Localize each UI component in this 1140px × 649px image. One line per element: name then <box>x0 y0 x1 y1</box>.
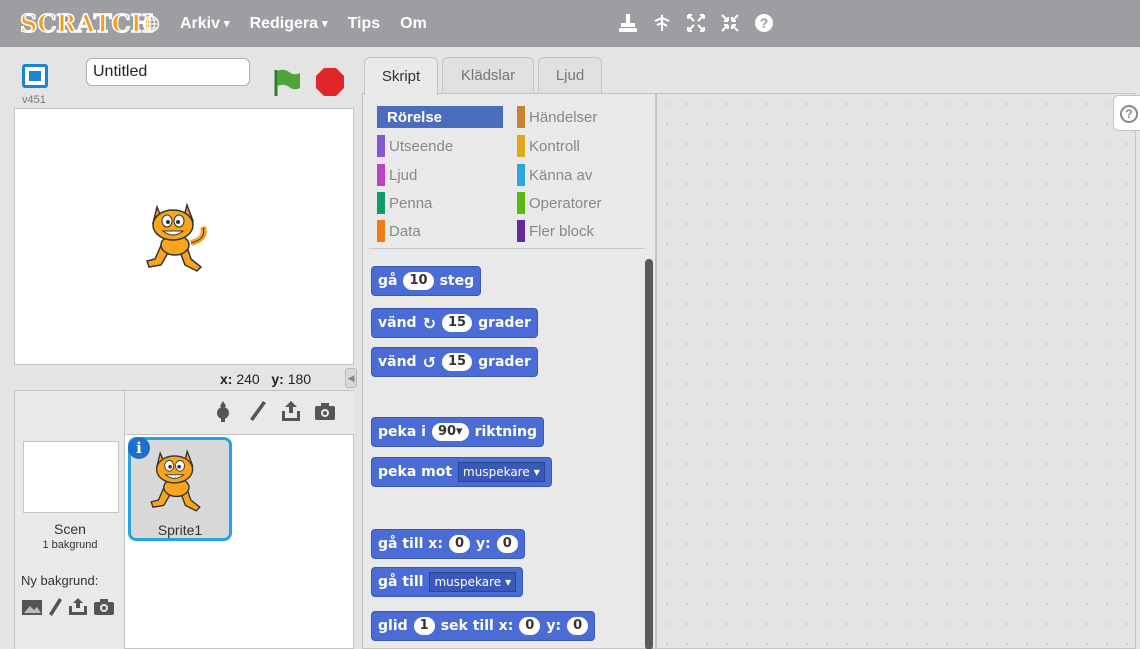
x-input[interactable]: 0 <box>519 617 541 635</box>
category-operatorer[interactable]: Operatorer <box>517 192 643 214</box>
globe-icon[interactable] <box>142 15 160 33</box>
sprite-pane: Scen 1 bakgrund Ny bakgrund: i Sprite1 <box>14 390 355 649</box>
delete-icon[interactable] <box>651 12 673 34</box>
choose-sprite-icon[interactable] <box>211 399 235 423</box>
palette-scrollbar[interactable] <box>645 259 653 649</box>
block-palette: Rörelse Händelser Utseende Kontroll Ljud… <box>362 93 656 649</box>
menu-bar: SCRATCH Arkiv ▾ Redigera ▾ Tips Om ? <box>0 0 1140 47</box>
direction-input[interactable]: 90▾ <box>431 423 469 441</box>
mouse-coordinates: x: 240 y: 180 <box>220 371 312 387</box>
stage-canvas[interactable] <box>14 108 354 365</box>
menu-arkiv[interactable]: Arkiv ▾ <box>180 15 230 33</box>
sprite1-thumbnail[interactable]: i Sprite1 <box>128 437 232 541</box>
help-tab[interactable]: ? <box>1113 95 1140 131</box>
script-area[interactable] <box>656 93 1136 649</box>
sprite1-name: Sprite1 <box>157 522 203 538</box>
category-rorelse[interactable]: Rörelse <box>377 106 503 128</box>
category-utseende[interactable]: Utseende <box>377 135 503 157</box>
category-kanna-av[interactable]: Känna av <box>517 164 643 186</box>
upload-sprite-icon[interactable] <box>279 399 303 423</box>
green-flag-icon[interactable] <box>272 66 302 98</box>
sprite-info-button[interactable]: i <box>128 437 150 459</box>
category-fler-block[interactable]: Fler block <box>517 220 643 242</box>
camera-sprite-icon[interactable] <box>313 399 337 423</box>
grow-icon[interactable] <box>685 12 707 34</box>
stop-icon[interactable] <box>315 67 345 97</box>
project-title-input[interactable] <box>86 58 250 86</box>
chevron-down-icon: ▾ <box>505 575 512 589</box>
tab-kladslar[interactable]: Klädslar <box>442 57 534 93</box>
target-dropdown[interactable]: muspekare ▾ <box>429 572 517 592</box>
degrees-input[interactable]: 15 <box>441 353 473 371</box>
paint-sprite-icon[interactable] <box>245 399 269 423</box>
x-input[interactable]: 0 <box>448 535 470 553</box>
steps-input[interactable]: 10 <box>403 272 434 290</box>
shrink-icon[interactable] <box>719 12 741 34</box>
stage-thumbnail[interactable] <box>23 441 119 513</box>
block-goto-xy[interactable]: gå till x: 0 y: 0 <box>371 529 525 559</box>
palette-divider <box>369 248 645 249</box>
camera-backdrop-icon[interactable] <box>93 597 115 617</box>
rotate-clockwise-icon: ↻ <box>422 313 436 333</box>
scratch-editor: SCRATCH Arkiv ▾ Redigera ▾ Tips Om ? v45… <box>0 0 1140 649</box>
category-ljud[interactable]: Ljud <box>377 164 503 186</box>
cursor-tools: ? <box>617 12 775 34</box>
duplicate-icon[interactable] <box>617 12 639 34</box>
choose-backdrop-icon[interactable] <box>21 597 43 617</box>
y-input[interactable]: 0 <box>567 617 589 635</box>
new-backdrop-label: Ny bakgrund: <box>21 573 99 588</box>
backdrop-count: 1 bakgrund <box>42 539 98 551</box>
block-turn-left[interactable]: vänd ↺ 15 grader <box>371 347 538 377</box>
help-icon[interactable]: ? <box>753 12 775 34</box>
menu-om[interactable]: Om <box>400 15 427 33</box>
category-data[interactable]: Data <box>377 220 503 242</box>
menu-tips[interactable]: Tips <box>348 15 381 33</box>
version-label: v451 <box>22 94 46 106</box>
category-penna[interactable]: Penna <box>377 192 503 214</box>
mouse-x: 240 <box>236 371 260 387</box>
svg-text:?: ? <box>760 15 769 31</box>
tab-skript[interactable]: Skript <box>364 57 438 95</box>
chevron-down-icon: ▾ <box>533 465 540 479</box>
block-turn-right[interactable]: vänd ↻ 15 grader <box>371 308 538 338</box>
degrees-input[interactable]: 15 <box>441 314 473 332</box>
rotate-counterclockwise-icon: ↺ <box>422 352 436 372</box>
sprite1-cat-on-stage[interactable] <box>143 199 215 279</box>
category-kontroll[interactable]: Kontroll <box>517 135 643 157</box>
block-point-in-direction[interactable]: peka i 90▾ riktning <box>371 417 545 447</box>
paint-backdrop-icon[interactable] <box>47 597 63 617</box>
scene-label: Scen <box>54 521 86 537</box>
cat-thumbnail-icon <box>150 449 201 512</box>
block-glide[interactable]: glid 1 sek till x: 0 y: 0 <box>371 611 596 641</box>
y-input[interactable]: 0 <box>496 535 518 553</box>
block-point-towards[interactable]: peka mot muspekare ▾ <box>371 457 552 487</box>
block-goto-target[interactable]: gå till muspekare ▾ <box>371 567 524 597</box>
new-sprite-tools <box>211 399 337 423</box>
stage-header: v451 <box>14 56 354 108</box>
target-dropdown[interactable]: muspekare ▾ <box>458 462 545 482</box>
presentation-mode-button[interactable] <box>22 64 48 88</box>
help-icon: ? <box>1120 105 1138 123</box>
upload-backdrop-icon[interactable] <box>67 597 89 617</box>
seconds-input[interactable]: 1 <box>413 617 435 635</box>
menu-redigera[interactable]: Redigera ▾ <box>250 15 328 33</box>
scratch-logo[interactable]: SCRATCH <box>19 8 154 39</box>
mouse-y: 180 <box>287 371 312 387</box>
collapse-stage-button[interactable]: ◀ <box>345 368 357 388</box>
category-handelser[interactable]: Händelser <box>517 106 643 128</box>
tab-ljud[interactable]: Ljud <box>538 57 602 93</box>
new-backdrop-tools <box>21 597 115 617</box>
block-move-steps[interactable]: gå 10 steg <box>371 266 482 296</box>
